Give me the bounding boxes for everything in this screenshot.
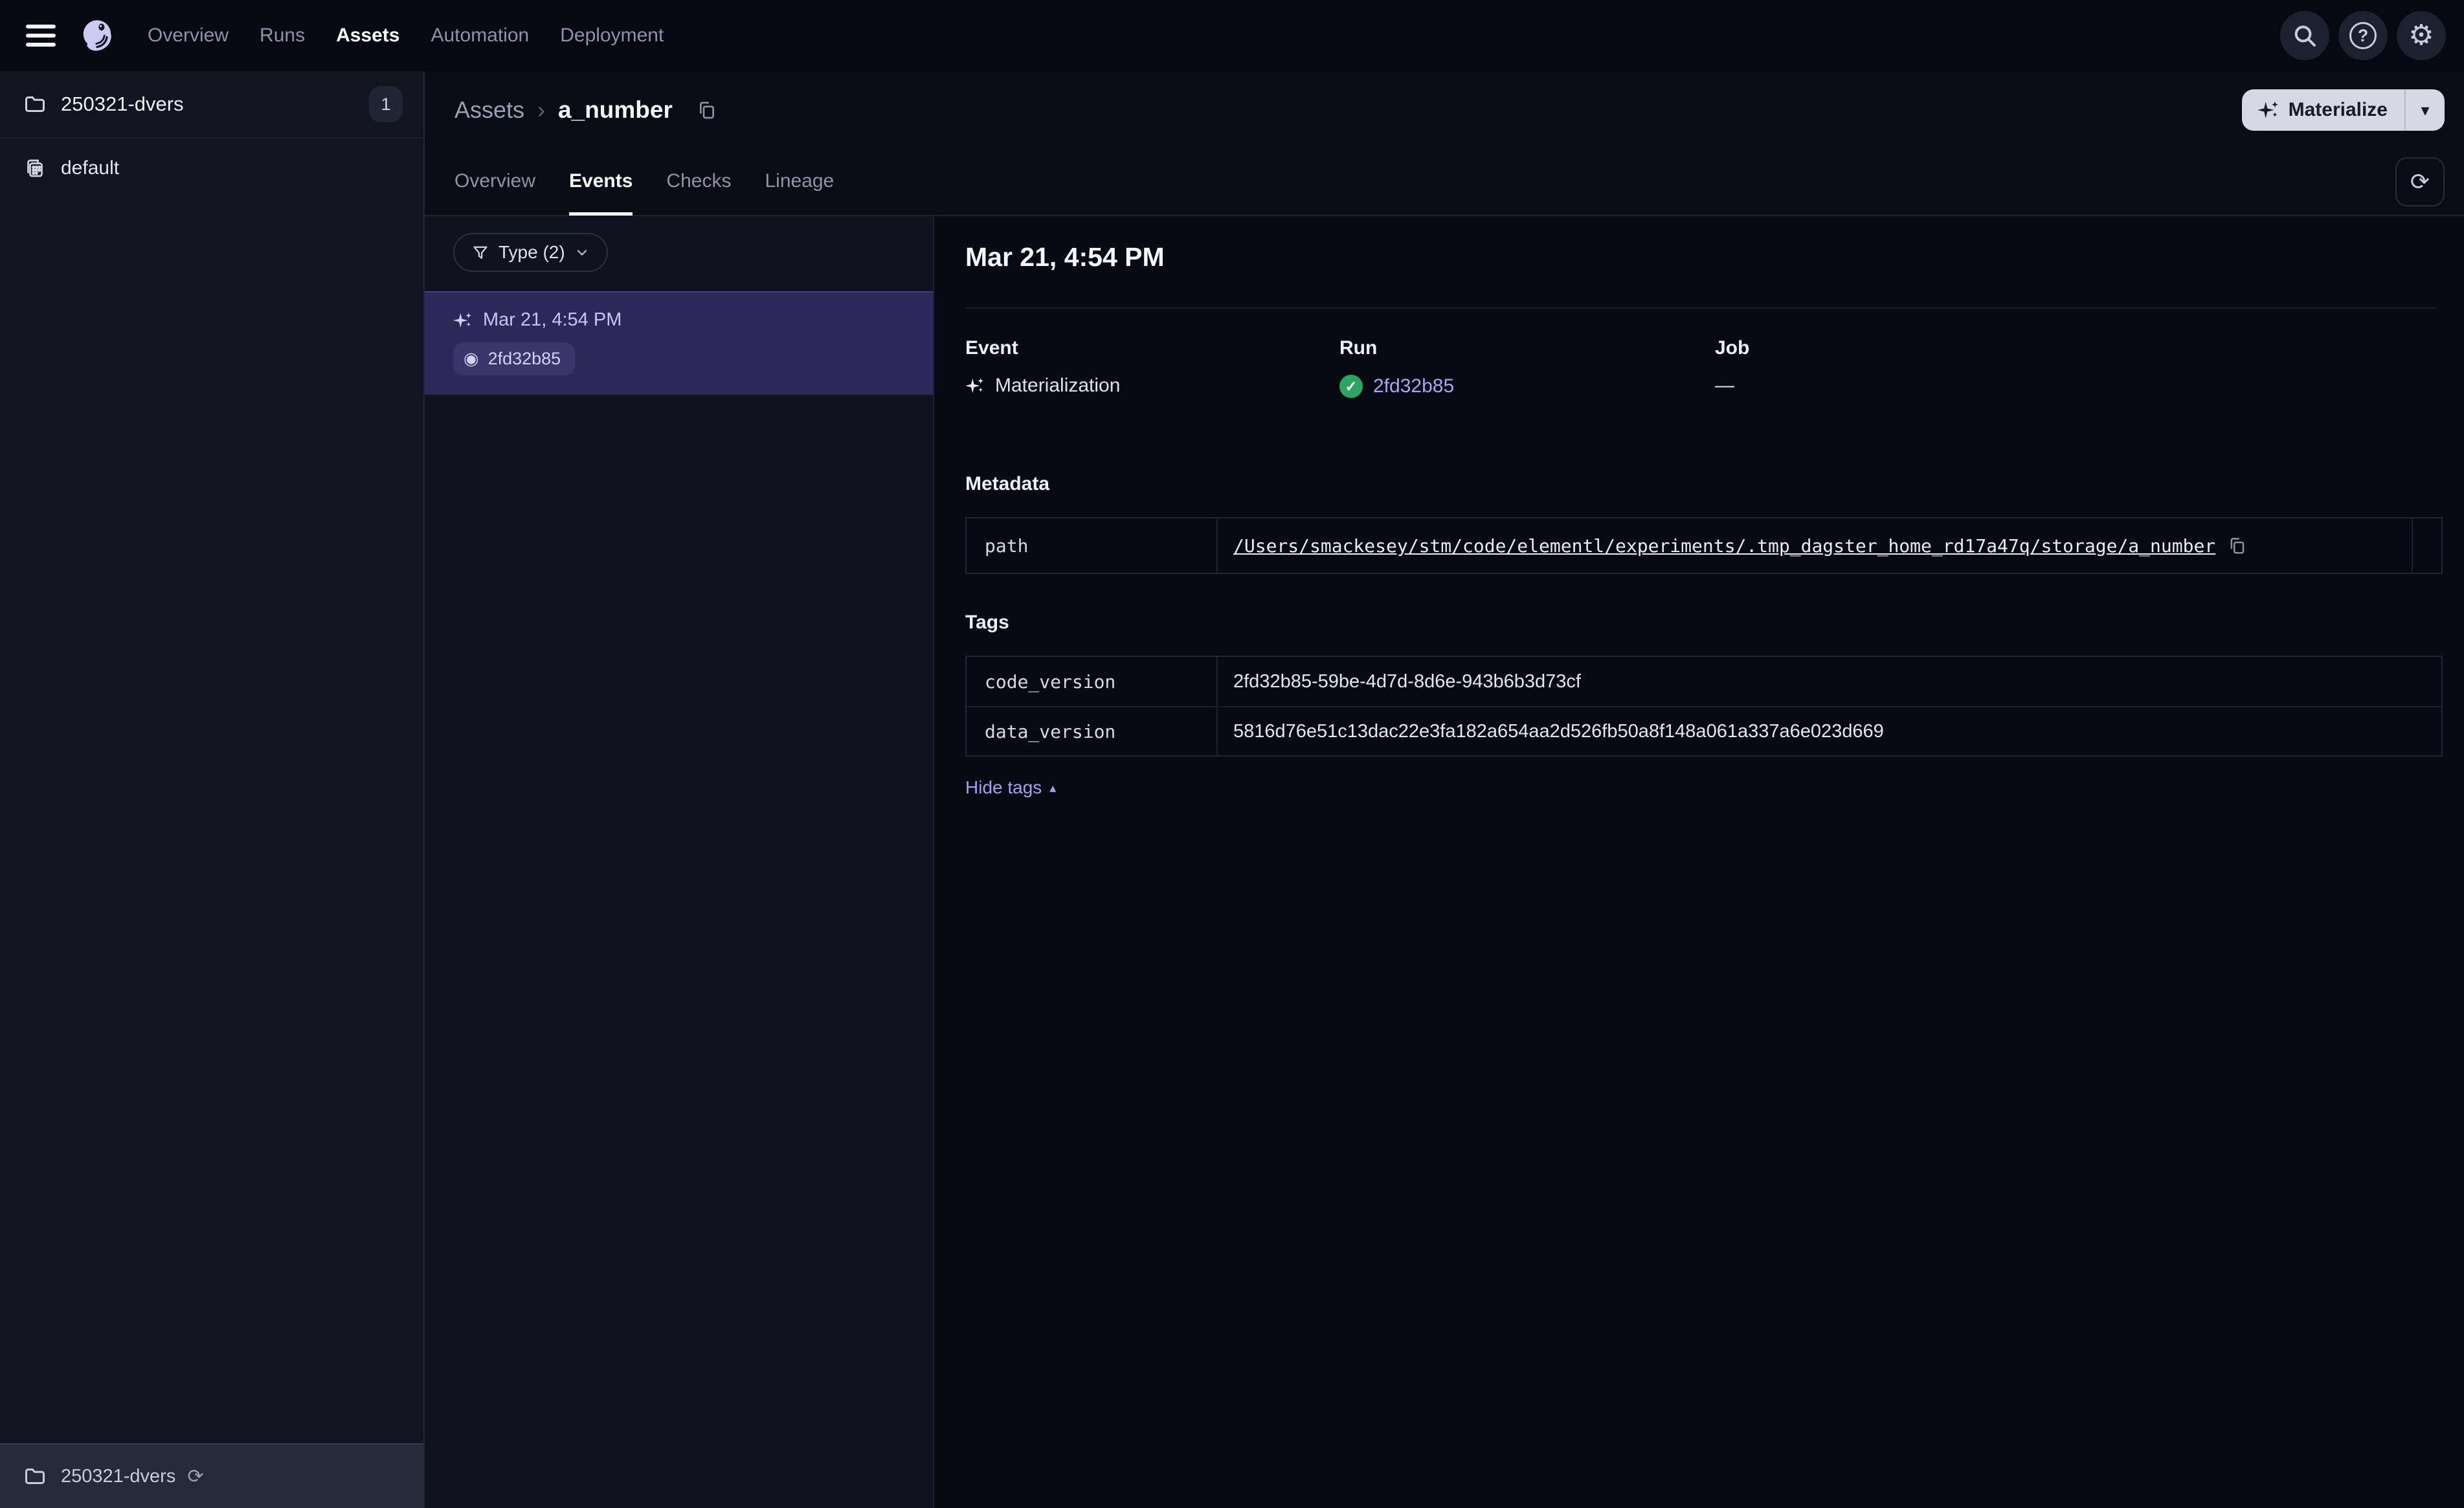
materialization-sparkle-icon: [453, 312, 472, 327]
materialization-sparkle-icon: [965, 378, 984, 394]
refresh-events-button[interactable]: ⟳: [2395, 157, 2445, 206]
tags-heading: Tags: [965, 612, 1009, 633]
materialize-button-label: Materialize: [2288, 99, 2388, 120]
primary-nav: Overview Runs Assets Automation Deployme…: [148, 25, 664, 47]
tag-key: code_version: [967, 657, 1218, 706]
sparkle-icon: [2257, 101, 2278, 118]
nav-item-deployment[interactable]: Deployment: [560, 25, 664, 47]
type-filter-label: Type (2): [498, 242, 565, 262]
metadata-heading: Metadata: [965, 473, 1050, 494]
copy-asset-name-button[interactable]: [696, 100, 717, 120]
chevron-down-icon: [577, 250, 587, 256]
sidebar-item-label: default: [61, 157, 120, 179]
tab-checks[interactable]: Checks: [666, 150, 731, 216]
asset-sidebar: 250321-dvers 1 default 250321-dvers ⟳: [0, 71, 425, 1508]
reload-workspace-icon[interactable]: ⟳: [187, 1465, 203, 1488]
event-summary-grid: Event Materialization Run ✓ 2fd32b85 Job…: [965, 337, 2437, 398]
check-icon: ✓: [1345, 377, 1358, 395]
copy-icon: [699, 102, 714, 119]
tab-lineage[interactable]: Lineage: [765, 150, 834, 216]
tag-value: 2fd32b85-59be-4d7d-8d6e-943b6b3d73cf: [1233, 671, 1581, 692]
metadata-row-path: path /Users/smackesey/stm/code/elementl/…: [967, 518, 2441, 573]
hide-tags-label: Hide tags: [965, 777, 1042, 797]
tags-table: code_version 2fd32b85-59be-4d7d-8d6e-943…: [965, 656, 2443, 757]
event-list-item-selected[interactable]: Mar 21, 4:54 PM ◉ 2fd32b85: [425, 291, 933, 395]
job-value: —: [1715, 375, 1734, 396]
nav-item-assets[interactable]: Assets: [336, 25, 399, 47]
sidebar-item-default[interactable]: default: [0, 139, 423, 198]
run-success-icon: ✓: [1339, 375, 1363, 398]
copy-path-button[interactable]: [2227, 536, 2246, 555]
materialize-dropdown-button[interactable]: ▾: [2406, 89, 2445, 131]
event-column-label: Event: [965, 337, 1018, 359]
search-button[interactable]: [2280, 11, 2329, 60]
settings-button[interactable]: ⚙: [2397, 11, 2446, 60]
metadata-key: path: [967, 518, 1218, 573]
sidebar-footer-label: 250321-dvers: [61, 1465, 176, 1487]
run-id-link[interactable]: 2fd32b85: [1373, 375, 1454, 397]
event-detail-title: Mar 21, 4:54 PM: [965, 242, 1165, 272]
asset-header: Assets › a_number Materialize ▾: [425, 71, 2464, 149]
tag-row-data-version: data_version 5816d76e51c13dac22e3fa182a6…: [967, 706, 2441, 755]
help-button[interactable]: ?: [2338, 11, 2388, 60]
refresh-icon: ⟳: [2410, 168, 2430, 195]
tab-overview[interactable]: Overview: [454, 150, 535, 216]
gear-icon: ⚙: [2408, 19, 2434, 51]
asset-tabs: Overview Events Checks Lineage ⟳: [425, 149, 2464, 216]
sidebar-group-row[interactable]: 250321-dvers 1: [0, 71, 423, 139]
sidebar-group-label: 250321-dvers: [61, 93, 184, 115]
folder-icon: [25, 1469, 45, 1484]
event-detail-panel: Mar 21, 4:54 PM Event Materialization Ru…: [934, 216, 2464, 1508]
tag-key: data_version: [967, 707, 1218, 755]
top-nav: Overview Runs Assets Automation Deployme…: [0, 0, 2464, 71]
sidebar-footer[interactable]: 250321-dvers ⟳: [0, 1443, 423, 1508]
run-target-icon: ◉: [464, 349, 479, 368]
filter-funnel-icon: [473, 246, 487, 259]
event-item-run-badge[interactable]: ◉ 2fd32b85: [453, 342, 576, 375]
dagster-logo-icon[interactable]: [78, 16, 117, 55]
metadata-table: path /Users/smackesey/stm/code/elementl/…: [965, 517, 2443, 574]
page-title: a_number: [558, 96, 673, 123]
chevron-right-icon: ›: [537, 96, 546, 123]
run-badge-label: 2fd32b85: [487, 349, 561, 368]
materialize-button[interactable]: Materialize: [2242, 89, 2404, 131]
caret-up-icon: ▴: [1049, 781, 1057, 795]
breadcrumb-assets-link[interactable]: Assets: [454, 96, 524, 124]
asset-count-badge: 1: [369, 86, 403, 122]
tag-value: 5816d76e51c13dac22e3fa182a654aa2d526fb50…: [1233, 720, 1884, 742]
nav-item-overview[interactable]: Overview: [148, 25, 229, 47]
nav-item-automation[interactable]: Automation: [431, 25, 529, 47]
app-root: Overview Runs Assets Automation Deployme…: [0, 0, 2464, 1508]
type-filter-button[interactable]: Type (2): [453, 233, 608, 272]
hamburger-menu-icon[interactable]: [26, 25, 56, 47]
event-item-timestamp: Mar 21, 4:54 PM: [483, 309, 622, 330]
event-type-value: Materialization: [995, 375, 1121, 396]
nav-item-runs[interactable]: Runs: [260, 25, 305, 47]
copy-icon: [2230, 538, 2245, 554]
caret-down-icon: ▾: [2421, 100, 2430, 120]
folder-icon: [25, 96, 45, 112]
metadata-path-link[interactable]: /Users/smackesey/stm/code/elementl/exper…: [1233, 535, 2215, 557]
tab-events[interactable]: Events: [569, 150, 633, 216]
run-column-label: Run: [1339, 337, 1378, 359]
events-list-panel: Type (2) Mar 21, 4:54 PM ◉ 2fd32b85: [425, 216, 934, 1508]
help-icon: ?: [2349, 22, 2377, 49]
search-icon: [2294, 25, 2316, 47]
materialize-split-button[interactable]: Materialize ▾: [2241, 89, 2445, 131]
breadcrumb: Assets › a_number: [454, 96, 717, 124]
job-column-label: Job: [1715, 337, 1750, 359]
tag-row-code-version: code_version 2fd32b85-59be-4d7d-8d6e-943…: [967, 657, 2441, 706]
hide-tags-link[interactable]: Hide tags ▴: [965, 777, 1056, 798]
asset-group-icon: [27, 159, 43, 177]
